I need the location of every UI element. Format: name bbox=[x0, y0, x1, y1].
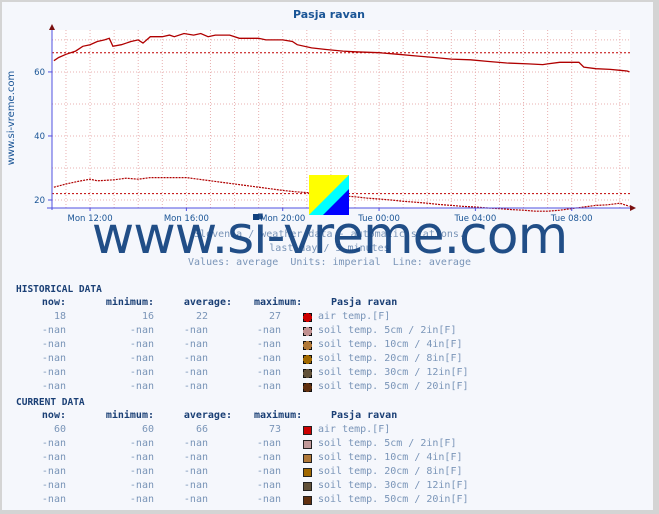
value-average: 22 bbox=[195, 311, 208, 322]
value-minimum: -nan bbox=[129, 353, 154, 364]
y-axis-ticks: 20 40 60 bbox=[34, 68, 52, 206]
value-maximum: -nan bbox=[256, 438, 281, 449]
color-swatch-icon bbox=[303, 369, 312, 378]
value-average: -nan bbox=[183, 339, 208, 350]
chart: Pasja ravan www.si-vreme.com 204060 Mon … bbox=[6, 8, 636, 224]
value-now: -nan bbox=[41, 367, 66, 378]
series-label: soil temp. 10cm / 4in[F] bbox=[318, 452, 463, 463]
value-maximum: -nan bbox=[256, 480, 281, 491]
value-average: -nan bbox=[183, 480, 208, 491]
color-swatch-icon bbox=[303, 341, 312, 350]
value-average: -nan bbox=[183, 466, 208, 477]
header-now: now: bbox=[41, 297, 66, 308]
value-average: -nan bbox=[183, 452, 208, 463]
series-label: soil temp. 50cm / 20in[F] bbox=[318, 381, 469, 392]
value-now: -nan bbox=[41, 452, 66, 463]
value-maximum: -nan bbox=[256, 452, 281, 463]
color-swatch-icon bbox=[303, 383, 312, 392]
value-now: -nan bbox=[41, 325, 66, 336]
series-label: air temp.[F] bbox=[318, 311, 391, 322]
value-maximum: -nan bbox=[256, 381, 281, 392]
value-now: 60 bbox=[53, 424, 66, 435]
value-minimum: -nan bbox=[129, 494, 154, 505]
value-average: -nan bbox=[183, 438, 208, 449]
y-axis-arrow-icon bbox=[49, 24, 55, 30]
header-station: Pasja ravan bbox=[331, 297, 398, 308]
header-maximum: maximum: bbox=[254, 410, 303, 421]
series-label: soil temp. 30cm / 12in[F] bbox=[318, 480, 469, 491]
value-maximum: -nan bbox=[256, 466, 281, 477]
value-minimum: -nan bbox=[129, 480, 154, 491]
watermark: www.si-vreme.com bbox=[91, 206, 569, 266]
value-minimum: -nan bbox=[129, 452, 154, 463]
value-average: -nan bbox=[183, 325, 208, 336]
color-swatch-icon bbox=[303, 313, 312, 322]
series-label: soil temp. 5cm / 2in[F] bbox=[318, 325, 457, 336]
value-now: 18 bbox=[53, 311, 66, 322]
color-swatch-icon bbox=[303, 468, 312, 477]
color-swatch-icon bbox=[303, 454, 312, 463]
value-minimum: -nan bbox=[129, 381, 154, 392]
header-station: Pasja ravan bbox=[331, 410, 398, 421]
header-minimum: minimum: bbox=[105, 297, 154, 308]
series-label: soil temp. 10cm / 4in[F] bbox=[318, 339, 463, 350]
value-now: -nan bbox=[41, 353, 66, 364]
color-swatch-icon bbox=[303, 496, 312, 505]
value-now: -nan bbox=[41, 381, 66, 392]
series-label: soil temp. 5cm / 2in[F] bbox=[318, 438, 457, 449]
value-average: 66 bbox=[195, 424, 208, 435]
header-maximum: maximum: bbox=[254, 297, 303, 308]
series-label: air temp.[F] bbox=[318, 424, 391, 435]
chart-title: Pasja ravan bbox=[293, 8, 365, 21]
value-average: -nan bbox=[183, 367, 208, 378]
value-maximum: 73 bbox=[268, 424, 281, 435]
color-swatch-icon bbox=[303, 482, 312, 491]
header-now: now: bbox=[41, 410, 66, 421]
value-minimum: -nan bbox=[129, 325, 154, 336]
value-average: -nan bbox=[183, 381, 208, 392]
historical-header-row: now: minimum: average: maximum: Pasja ra… bbox=[0, 297, 397, 311]
side-label: www.si-vreme.com bbox=[6, 71, 17, 166]
color-swatch-icon bbox=[303, 426, 312, 435]
value-minimum: -nan bbox=[129, 466, 154, 477]
y-tick-label: 60 bbox=[34, 68, 45, 78]
value-maximum: 27 bbox=[268, 311, 281, 322]
color-swatch-icon bbox=[303, 355, 312, 364]
series-label: soil temp. 20cm / 8in[F] bbox=[318, 353, 463, 364]
y-tick-label: 40 bbox=[34, 132, 45, 142]
value-maximum: -nan bbox=[256, 339, 281, 350]
value-maximum: -nan bbox=[256, 353, 281, 364]
value-minimum: 60 bbox=[141, 424, 154, 435]
series-label: soil temp. 50cm / 20in[F] bbox=[318, 494, 469, 505]
historical-title: HISTORICAL DATA bbox=[16, 284, 102, 295]
y-tick-label: 20 bbox=[34, 196, 45, 206]
value-maximum: -nan bbox=[256, 325, 281, 336]
color-swatch-icon bbox=[303, 440, 312, 449]
value-now: -nan bbox=[41, 480, 66, 491]
value-now: -nan bbox=[41, 494, 66, 505]
series-label: soil temp. 20cm / 8in[F] bbox=[318, 466, 463, 477]
value-average: -nan bbox=[183, 494, 208, 505]
header-average: average: bbox=[183, 410, 232, 421]
value-minimum: -nan bbox=[129, 438, 154, 449]
current-title: CURRENT DATA bbox=[16, 397, 85, 408]
value-now: -nan bbox=[41, 438, 66, 449]
value-minimum: 16 bbox=[141, 311, 154, 322]
value-now: -nan bbox=[41, 339, 66, 350]
value-maximum: -nan bbox=[256, 494, 281, 505]
value-now: -nan bbox=[41, 466, 66, 477]
value-minimum: -nan bbox=[129, 367, 154, 378]
value-minimum: -nan bbox=[129, 339, 154, 350]
value-average: -nan bbox=[183, 353, 208, 364]
value-maximum: -nan bbox=[256, 367, 281, 378]
current-header-row: now: minimum: average: maximum: Pasja ra… bbox=[0, 410, 397, 424]
series-label: soil temp. 30cm / 12in[F] bbox=[318, 367, 469, 378]
header-minimum: minimum: bbox=[105, 410, 154, 421]
color-swatch-icon bbox=[303, 327, 312, 336]
header-average: average: bbox=[183, 297, 232, 308]
